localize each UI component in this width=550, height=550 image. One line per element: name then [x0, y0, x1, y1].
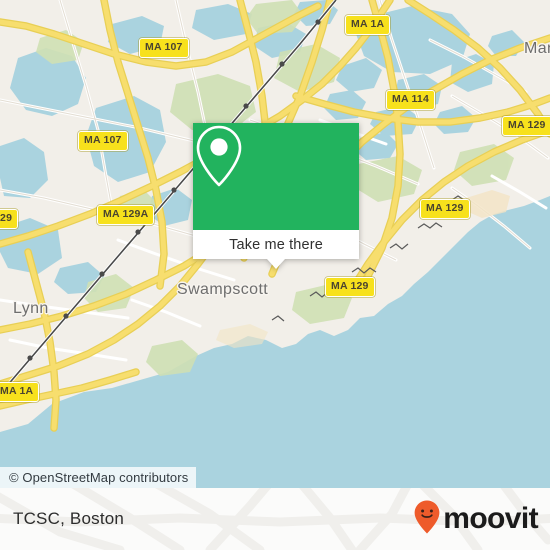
moovit-logo[interactable]: moovit	[414, 488, 539, 550]
highway-shield[interactable]: MA 1A	[0, 382, 40, 402]
card-graphic	[193, 123, 359, 230]
moovit-map-screenshot: MA 107 MA 1A MA 114 MA 129 MA 107 MA 129…	[0, 0, 550, 550]
highway-shield[interactable]: MA 129	[420, 199, 470, 219]
highway-shield[interactable]: MA 129A	[97, 205, 155, 225]
take-me-there-button[interactable]: Take me there	[193, 230, 359, 259]
highway-shield[interactable]: MA 107	[139, 38, 189, 58]
map-canvas[interactable]: MA 107 MA 1A MA 114 MA 129 MA 107 MA 129…	[0, 0, 550, 488]
moovit-wordmark: moovit	[443, 502, 538, 535]
take-me-there-label: Take me there	[229, 236, 323, 253]
highway-shield[interactable]: MA 1A	[345, 15, 391, 35]
place-label-lynn: Lynn	[13, 300, 49, 317]
map-attribution[interactable]: © OpenStreetMap contributors	[0, 467, 197, 488]
place-label-manchester: Man	[524, 40, 550, 57]
highway-shield[interactable]: MA 114	[386, 90, 435, 110]
footer-bar: TCSC, Boston moovit	[0, 488, 550, 550]
destination-card[interactable]: Take me there	[193, 123, 359, 269]
attribution-text: © OpenStreetMap contributors	[9, 470, 189, 485]
moovit-smiley-pin-icon	[414, 500, 440, 539]
page-title: TCSC, Boston	[13, 509, 125, 528]
place-label-swampscott: Swampscott	[177, 281, 269, 298]
highway-shield[interactable]: MA 107	[78, 131, 128, 151]
highway-shield[interactable]: MA 129	[325, 277, 375, 297]
card-pointer-tail	[267, 259, 285, 269]
highway-shield[interactable]: MA 129	[502, 116, 550, 136]
highway-shield[interactable]: 129	[0, 209, 19, 229]
